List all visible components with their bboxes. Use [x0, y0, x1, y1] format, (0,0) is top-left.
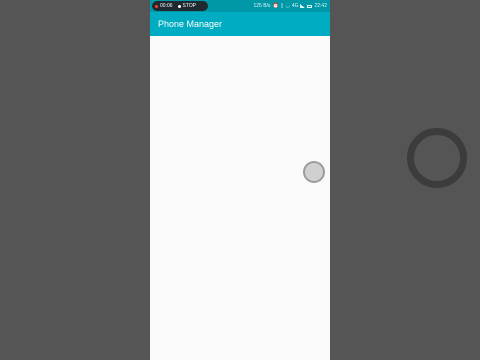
- recording-time: 00:06: [160, 3, 173, 9]
- network-speed: 125 B/s: [253, 3, 271, 9]
- record-dot-icon: [155, 4, 158, 8]
- vibrate-icon: ▯: [280, 3, 284, 9]
- app-title: Phone Manager: [158, 19, 223, 29]
- stop-button[interactable]: STOP: [183, 1, 197, 11]
- screen-recorder-pill[interactable]: 00:06 STOP: [152, 1, 208, 11]
- touch-indicator-icon: [303, 161, 325, 183]
- phone-screen: 00:06 STOP 125 B/s ⏰ ▯ ◡ 4G 22:42 Phone …: [150, 0, 330, 360]
- signal-icon: [300, 4, 306, 8]
- status-icons: 125 B/s ⏰ ▯ ◡ 4G 22:42: [253, 0, 327, 12]
- stop-dot-icon: [177, 4, 181, 8]
- battery-icon: [307, 4, 313, 8]
- network-type: 4G: [291, 3, 299, 9]
- app-bar: Phone Manager: [150, 12, 330, 36]
- status-clock: 22:42: [314, 3, 327, 9]
- status-bar: 00:06 STOP 125 B/s ⏰ ▯ ◡ 4G 22:42: [150, 0, 330, 12]
- wifi-icon: ◡: [285, 3, 290, 9]
- content-area: [150, 36, 330, 360]
- video-frame: 00:06 STOP 125 B/s ⏰ ▯ ◡ 4G 22:42 Phone …: [0, 0, 480, 360]
- loading-ring-icon: [407, 128, 467, 188]
- alarm-icon: ⏰: [272, 3, 279, 9]
